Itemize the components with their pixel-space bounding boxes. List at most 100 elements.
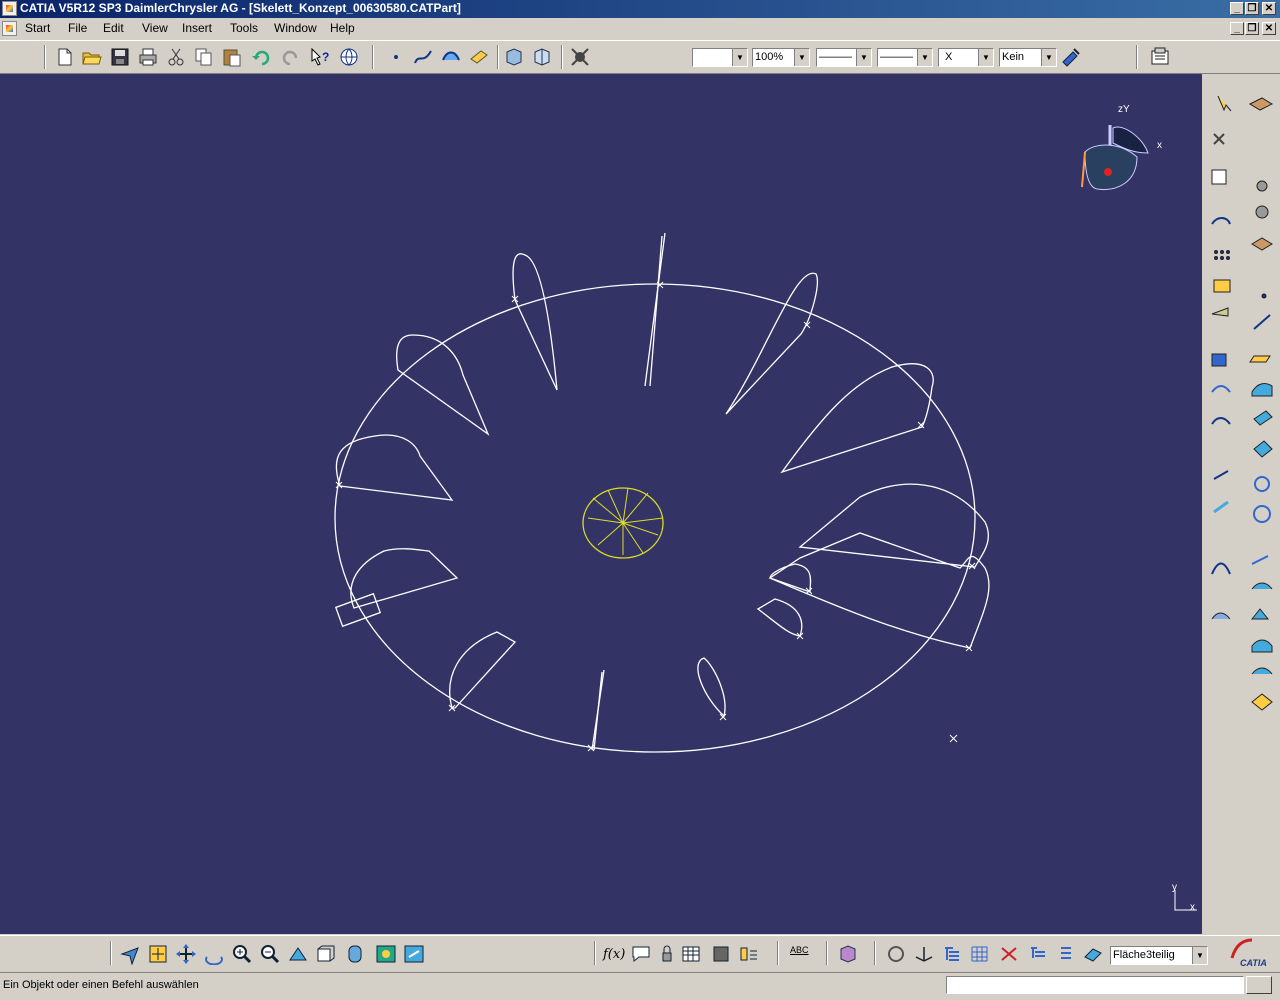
menu-file[interactable]: File	[68, 21, 87, 35]
catalog-icon[interactable]	[338, 46, 360, 68]
save-icon[interactable]	[109, 46, 131, 68]
spiral-icon[interactable]	[1253, 505, 1271, 523]
zoom-combo[interactable]: 100% ▼	[752, 48, 810, 67]
menu-edit[interactable]: Edit	[103, 21, 124, 35]
blade-profile[interactable]	[649, 235, 663, 387]
doc-minimize-button[interactable]: _	[1230, 22, 1244, 35]
quick-view-icon[interactable]	[315, 943, 337, 965]
formula-button[interactable]: f(x)	[603, 947, 625, 962]
comment-icon[interactable]	[630, 943, 652, 965]
fly-mode-icon[interactable]	[119, 943, 141, 965]
spline-icon[interactable]	[1251, 555, 1269, 565]
spline-icon[interactable]	[412, 46, 434, 68]
tools-icon[interactable]	[1213, 133, 1225, 145]
pan-icon[interactable]	[175, 943, 197, 965]
law-icon[interactable]	[1211, 562, 1231, 575]
blade-profile[interactable]	[350, 548, 459, 609]
blade-profile[interactable]	[769, 563, 812, 593]
catia-app-icon[interactable]	[2, 1, 17, 16]
blade-profile[interactable]	[335, 434, 454, 501]
swap-icon[interactable]	[885, 943, 907, 965]
blade-profile[interactable]	[697, 657, 726, 718]
gear-icon[interactable]	[1256, 180, 1268, 192]
macro-icon[interactable]	[738, 943, 760, 965]
sweep-icon[interactable]	[440, 46, 462, 68]
command-button[interactable]	[1246, 976, 1272, 994]
plane-icon[interactable]	[1249, 355, 1271, 363]
whats-this-icon[interactable]: ?	[309, 46, 331, 68]
knowledge-icon[interactable]	[1213, 279, 1231, 293]
redo-icon[interactable]	[280, 46, 302, 68]
rotate-icon[interactable]	[203, 943, 225, 965]
geometrical-set-icon[interactable]	[531, 46, 553, 68]
menu-start[interactable]: Start	[25, 21, 50, 35]
line-icon[interactable]	[1253, 314, 1271, 330]
helix-icon[interactable]	[1213, 470, 1229, 480]
loft-icon[interactable]	[1251, 667, 1273, 675]
tree-icon[interactable]	[1027, 943, 1049, 965]
split-icon[interactable]	[1251, 693, 1273, 711]
blade-profile[interactable]	[514, 299, 558, 391]
open-icon[interactable]	[81, 46, 103, 68]
restore-button[interactable]: ❐	[1245, 2, 1259, 15]
fill-icon[interactable]	[1251, 582, 1273, 590]
properties-icon[interactable]	[1149, 46, 1171, 68]
blade-profile[interactable]	[798, 483, 990, 568]
blade-profile[interactable]	[593, 671, 603, 751]
analysis-icon[interactable]	[1211, 612, 1231, 620]
format-painter-icon[interactable]	[1060, 46, 1082, 68]
doc-restore-button[interactable]: ❐	[1245, 22, 1259, 35]
fit-all-icon[interactable]	[147, 943, 169, 965]
part-body-icon[interactable]	[503, 46, 525, 68]
blade-profile[interactable]	[396, 334, 490, 436]
extrude-surface-icon[interactable]	[1251, 383, 1273, 397]
blade-profile[interactable]	[644, 232, 666, 387]
menu-help[interactable]: Help	[330, 21, 355, 35]
blade-profile[interactable]	[756, 598, 803, 637]
point-markers[interactable]	[335, 281, 976, 752]
multi-section-icon[interactable]	[1251, 639, 1273, 653]
3d-viewport[interactable]: zY x y x	[0, 74, 1202, 934]
repetition-icon[interactable]	[1211, 217, 1231, 225]
command-input[interactable]	[946, 976, 1244, 994]
circle-icon[interactable]	[1254, 476, 1270, 492]
body-icon[interactable]	[1082, 943, 1104, 965]
constraint-icon[interactable]	[998, 943, 1020, 965]
sketcher-icon[interactable]	[1248, 97, 1274, 111]
blade-profile[interactable]	[512, 253, 558, 391]
gear-icon[interactable]	[1255, 205, 1269, 219]
measure-icon[interactable]	[468, 46, 490, 68]
blade-profile[interactable]	[768, 532, 990, 649]
menu-tools[interactable]: Tools	[230, 21, 258, 35]
offset-icon[interactable]	[1213, 500, 1229, 514]
render-style-icon[interactable]	[344, 943, 366, 965]
hide-show-icon[interactable]	[375, 943, 397, 965]
select-icon[interactable]	[1217, 95, 1232, 112]
compass-widget[interactable]	[1081, 125, 1149, 191]
point-icon[interactable]	[385, 46, 407, 68]
circle-curve-icon[interactable]	[1211, 385, 1231, 393]
new-icon[interactable]	[54, 46, 76, 68]
menu-view[interactable]: View	[142, 21, 168, 35]
color-combo[interactable]: ▼	[692, 48, 748, 67]
geometry-canvas[interactable]	[0, 74, 1202, 934]
axis-system-icon[interactable]	[913, 943, 935, 965]
zoom-out-icon[interactable]	[259, 943, 281, 965]
spell-check-button[interactable]: ABC	[790, 945, 809, 955]
grid-icon[interactable]	[969, 943, 991, 965]
cut-icon[interactable]	[165, 46, 187, 68]
menu-insert[interactable]: Insert	[182, 21, 212, 35]
table-icon[interactable]	[680, 943, 702, 965]
selection-box[interactable]	[334, 592, 382, 628]
point-style-combo[interactable]: X ▼	[938, 48, 994, 67]
outer-circle[interactable]	[334, 283, 976, 753]
undo-icon[interactable]	[250, 46, 272, 68]
paste-icon[interactable]	[221, 46, 243, 68]
blend-icon[interactable]	[1250, 608, 1270, 620]
sweep-surface-icon[interactable]	[1253, 440, 1273, 458]
revolve-surface-icon[interactable]	[1253, 410, 1273, 426]
body-selector-combo[interactable]: Fläche3teilig ▼	[1110, 946, 1208, 965]
blade-profile[interactable]	[780, 363, 934, 474]
line-type-combo[interactable]: ——— ▼	[816, 48, 872, 67]
pattern-icon[interactable]	[1214, 250, 1230, 260]
